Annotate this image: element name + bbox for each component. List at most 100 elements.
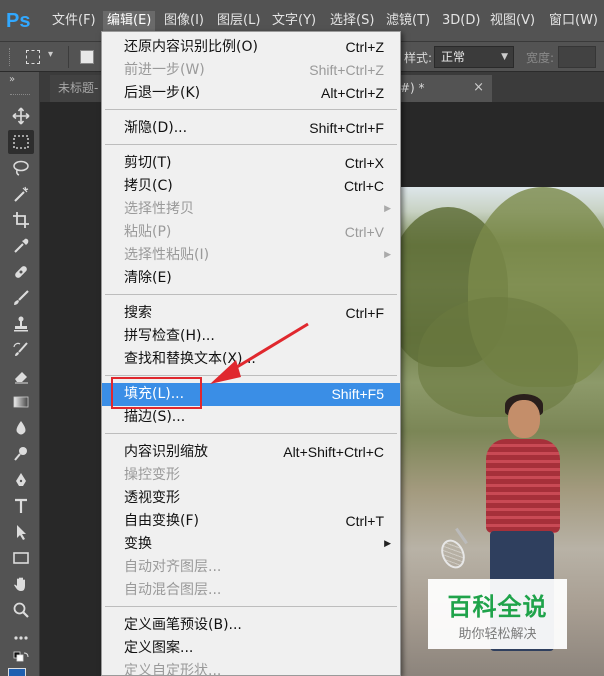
- menu-item-cut[interactable]: 剪切(T) Ctrl+X: [102, 152, 400, 175]
- watermark-title: 百科全说: [447, 593, 548, 621]
- new-selection-icon[interactable]: [80, 50, 94, 64]
- menu-separator: [105, 294, 397, 295]
- menu-item-auto-align-layers[interactable]: 自动对齐图层...: [102, 556, 400, 579]
- history-brush-tool-icon[interactable]: [8, 338, 34, 362]
- chevron-down-icon[interactable]: ▾: [48, 49, 53, 60]
- menu-item-label: 剪切(T): [124, 155, 172, 171]
- lasso-tool-icon[interactable]: [8, 156, 34, 180]
- menu-3d[interactable]: 3D(D): [438, 11, 484, 31]
- collapse-icon[interactable]: »: [9, 74, 15, 85]
- options-grip[interactable]: [9, 48, 12, 66]
- menu-item-label: 前进一步(W): [124, 62, 205, 78]
- menu-item-label: 描边(S)...: [124, 409, 186, 425]
- dodge-tool-icon[interactable]: [8, 442, 34, 466]
- menu-item-label: 后退一步(K): [124, 85, 201, 101]
- foreground-color-swatch[interactable]: [8, 668, 26, 676]
- willow-tree: [418, 297, 578, 417]
- width-input[interactable]: [558, 46, 596, 68]
- menu-edit[interactable]: 编辑(E): [103, 11, 156, 31]
- magic-wand-tool-icon[interactable]: [8, 182, 34, 206]
- crop-tool-icon[interactable]: [8, 208, 34, 232]
- menu-item-find-replace-text[interactable]: 查找和替换文本(X)...: [102, 348, 400, 371]
- menu-item-search[interactable]: 搜索 Ctrl+F: [102, 302, 400, 325]
- menu-item-puppet-warp[interactable]: 操控变形: [102, 464, 400, 487]
- style-select[interactable]: 正常 ▼: [434, 46, 514, 68]
- type-tool-icon[interactable]: [8, 494, 34, 518]
- menu-item-define-pattern[interactable]: 定义图案...: [102, 637, 400, 660]
- clone-stamp-tool-icon[interactable]: [8, 312, 34, 336]
- watermark-subtitle: 助你轻松解决: [458, 627, 537, 642]
- menu-separator: [105, 144, 397, 145]
- menu-item-shortcut: Ctrl+C: [343, 178, 384, 194]
- menu-image[interactable]: 图像(I): [160, 11, 208, 31]
- menu-item-paste[interactable]: 粘贴(P) Ctrl+V: [102, 221, 400, 244]
- menu-item-label: 定义画笔预设(B)...: [124, 617, 242, 633]
- menu-item-label: 内容识别缩放: [124, 444, 208, 460]
- width-label: 宽度:: [526, 51, 555, 65]
- menu-file[interactable]: 文件(F): [48, 11, 100, 31]
- default-colors-icon[interactable]: [8, 650, 34, 668]
- menu-item-copy-special[interactable]: 选择性拷贝 ▶: [102, 198, 400, 221]
- menu-item-check-spelling[interactable]: 拼写检查(H)...: [102, 325, 400, 348]
- menu-item-content-aware-scale[interactable]: 内容识别缩放 Alt+Shift+Ctrl+C: [102, 441, 400, 464]
- blur-tool-icon[interactable]: [8, 416, 34, 440]
- menu-separator: [105, 433, 397, 434]
- menu-item-transform[interactable]: 变换 ▶: [102, 533, 400, 556]
- menu-item-label: 拼写检查(H)...: [124, 328, 215, 344]
- menu-item-clear[interactable]: 清除(E): [102, 267, 400, 290]
- tab-active-document[interactable]: #) * ×: [392, 75, 492, 102]
- menu-item-step-backward[interactable]: 后退一步(K) Alt+Ctrl+Z: [102, 82, 400, 105]
- menu-item-label: 查找和替换文本(X)...: [124, 351, 256, 367]
- pen-tool-icon[interactable]: [8, 468, 34, 492]
- menu-item-define-custom-shape[interactable]: 定义自定形状...: [102, 660, 400, 675]
- menu-item-label: 自动对齐图层...: [124, 559, 222, 575]
- menu-item-label: 定义图案...: [124, 640, 194, 656]
- more-tools-icon[interactable]: [8, 626, 34, 650]
- menu-item-shortcut: Shift+Ctrl+Z: [309, 62, 384, 78]
- menu-window[interactable]: 窗口(W): [545, 11, 602, 31]
- menu-item-shortcut: Ctrl+Z: [345, 39, 385, 55]
- toolbar-grip[interactable]: [10, 94, 30, 97]
- menu-item-label: 搜索: [124, 305, 152, 321]
- path-selection-tool-icon[interactable]: [8, 520, 34, 544]
- menu-item-shortcut: Ctrl+T: [345, 513, 385, 529]
- healing-brush-tool-icon[interactable]: [8, 260, 34, 284]
- menu-item-free-transform[interactable]: 自由变换(F) Ctrl+T: [102, 510, 400, 533]
- menu-view[interactable]: 视图(V): [486, 11, 539, 31]
- zoom-tool-icon[interactable]: [8, 598, 34, 622]
- menu-item-step-forward[interactable]: 前进一步(W) Shift+Ctrl+Z: [102, 59, 400, 82]
- eyedropper-tool-icon[interactable]: [8, 234, 34, 258]
- gradient-tool-icon[interactable]: [8, 390, 34, 414]
- menu-item-paste-special[interactable]: 选择性粘贴(I) ▶: [102, 244, 400, 267]
- menu-type[interactable]: 文字(Y): [268, 11, 320, 31]
- menu-item-auto-blend-layers[interactable]: 自动混合图层...: [102, 579, 400, 602]
- close-icon[interactable]: ×: [473, 75, 484, 101]
- rectangular-marquee-icon[interactable]: [26, 50, 40, 64]
- brush-tool-icon[interactable]: [8, 286, 34, 310]
- menu-item-shortcut: Alt+Ctrl+Z: [320, 85, 384, 101]
- menu-item-label: 自动混合图层...: [124, 582, 222, 598]
- menu-separator: [105, 109, 397, 110]
- menu-item-perspective-warp[interactable]: 透视变形: [102, 487, 400, 510]
- menu-select[interactable]: 选择(S): [326, 11, 378, 31]
- move-tool-icon[interactable]: [8, 104, 34, 128]
- menu-item-define-brush-preset[interactable]: 定义画笔预设(B)...: [102, 614, 400, 637]
- menu-filter[interactable]: 滤镜(T): [382, 11, 434, 31]
- person-body: [486, 439, 560, 533]
- tools-panel: »: [0, 72, 40, 676]
- hand-tool-icon[interactable]: [8, 572, 34, 596]
- menu-item-label: 选择性拷贝: [124, 201, 194, 217]
- eraser-tool-icon[interactable]: [8, 364, 34, 388]
- menu-layer[interactable]: 图层(L): [213, 11, 264, 31]
- menu-item-label: 还原内容识别比例(O): [124, 39, 258, 55]
- menu-item-shortcut: Shift+Ctrl+F: [309, 120, 384, 136]
- menu-item-copy[interactable]: 拷贝(C) Ctrl+C: [102, 175, 400, 198]
- menu-item-stroke[interactable]: 描边(S)...: [102, 406, 400, 429]
- rectangle-tool-icon[interactable]: [8, 546, 34, 570]
- rectangular-marquee-tool-icon[interactable]: [8, 130, 34, 154]
- menu-item-shortcut: Ctrl+V: [344, 224, 384, 240]
- style-select-value: 正常: [441, 50, 466, 64]
- menu-item-label: 变换: [124, 536, 152, 552]
- menu-item-fade[interactable]: 渐隐(D)... Shift+Ctrl+F: [102, 117, 400, 140]
- menu-item-undo-content-aware-scale[interactable]: 还原内容识别比例(O) Ctrl+Z: [102, 36, 400, 59]
